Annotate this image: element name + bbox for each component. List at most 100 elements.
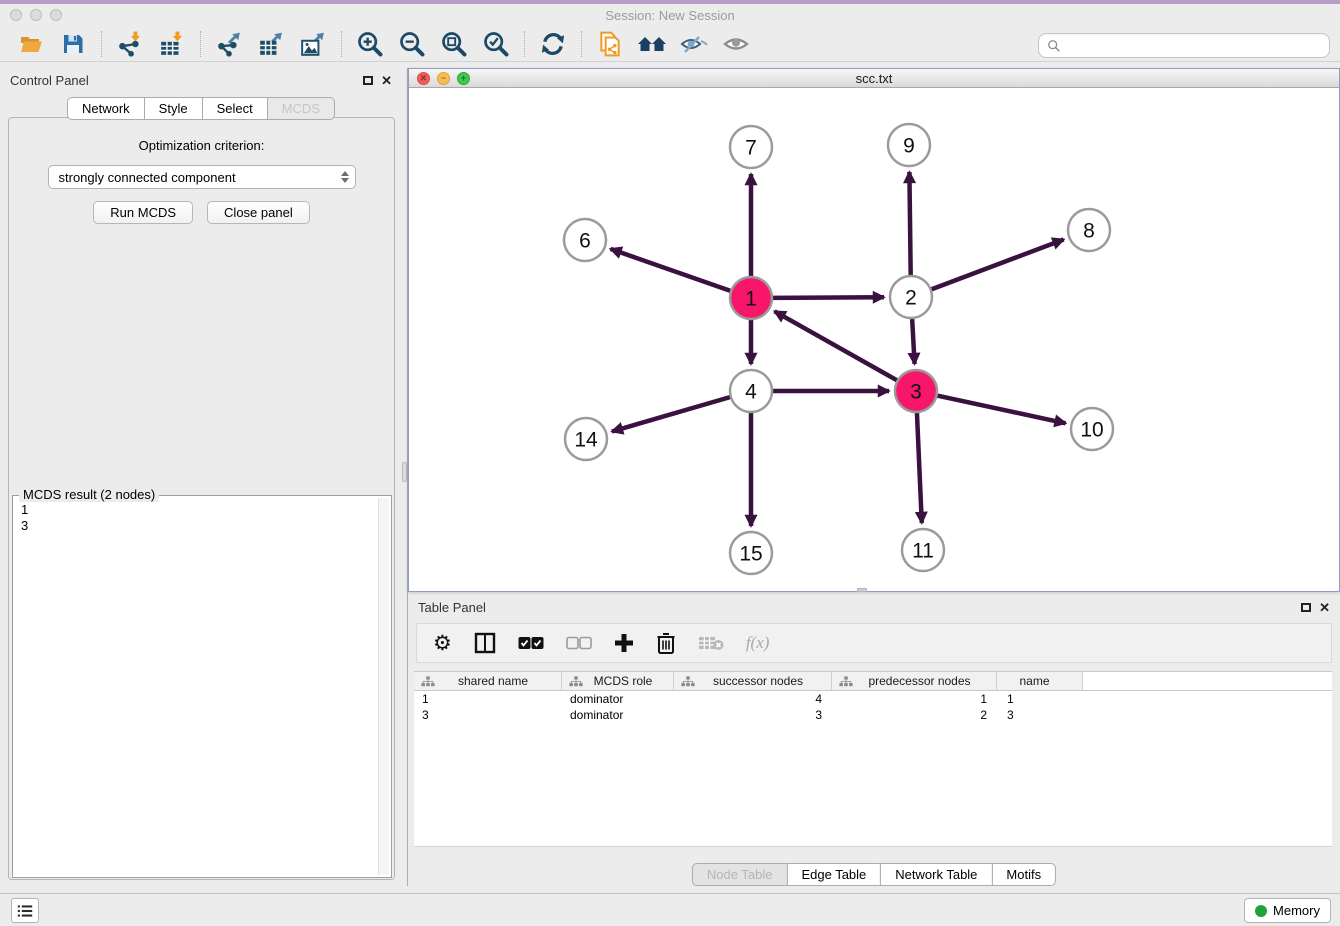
table-row[interactable]: 3 dominator 3 2 3 <box>414 707 1332 723</box>
copy-view-button[interactable] <box>592 29 628 59</box>
export-table-button[interactable] <box>253 29 289 59</box>
graph-edge-4-14[interactable] <box>612 397 731 432</box>
app-title: Session: New Session <box>0 8 1340 23</box>
zoom-out-icon <box>398 30 426 58</box>
tab-mcds[interactable]: MCDS <box>267 97 335 120</box>
graph-edge-2-9[interactable] <box>909 172 910 276</box>
graph-edge-1-2[interactable] <box>772 297 884 298</box>
cell-name: 1 <box>997 692 1083 706</box>
tab-style[interactable]: Style <box>144 97 203 120</box>
home-layout-button[interactable] <box>634 29 670 59</box>
show-log-button[interactable] <box>11 898 39 923</box>
graph-edge-2-8[interactable] <box>931 240 1064 290</box>
tab-node-table[interactable]: Node Table <box>692 863 788 886</box>
graph-node-label-3: 3 <box>910 380 922 403</box>
mcds-result-list[interactable]: 1 3 <box>13 496 391 540</box>
graph-node-label-15: 15 <box>739 542 762 565</box>
export-network-icon <box>216 31 242 57</box>
eye-slash-icon <box>679 32 709 56</box>
network-canvas[interactable]: 7968124314101511 <box>409 88 1339 591</box>
graph-node-label-6: 6 <box>579 229 591 252</box>
close-table-panel-icon[interactable]: ✕ <box>1319 601 1330 614</box>
graph-edge-3-10[interactable] <box>937 395 1066 423</box>
table-body: 1 dominator 4 1 1 3 dominator 3 2 3 <box>414 691 1332 847</box>
delete-table-icon <box>698 635 724 651</box>
zoom-fit-button[interactable] <box>436 29 472 59</box>
show-graphics-details-button[interactable] <box>718 29 754 59</box>
open-folder-icon <box>18 32 44 56</box>
column-header-successor-nodes[interactable]: successor nodes <box>674 672 832 690</box>
graph-node-label-9: 9 <box>903 134 915 157</box>
tab-network[interactable]: Network <box>67 97 145 120</box>
plus-icon <box>614 633 634 653</box>
graph-node-label-4: 4 <box>745 380 757 403</box>
close-panel-icon[interactable]: ✕ <box>381 74 392 87</box>
delete-table-button[interactable] <box>698 635 724 651</box>
control-panel: Control Panel ✕ Network Style Select MCD… <box>0 68 402 886</box>
deselect-all-icon <box>566 636 592 650</box>
search-field[interactable] <box>1038 33 1330 58</box>
graph-edge-3-11[interactable] <box>917 412 922 523</box>
network-window-titlebar[interactable]: ✕ − + scc.txt <box>409 69 1339 88</box>
graph-edge-1-6[interactable] <box>611 249 732 291</box>
save-session-button[interactable] <box>55 29 91 59</box>
table-settings-button[interactable]: ⚙ <box>433 633 452 654</box>
control-panel-title: Control Panel <box>10 73 363 88</box>
network-graph: 7968124314101511 <box>409 88 1339 591</box>
hierarchy-icon <box>421 676 435 687</box>
show-columns-button[interactable] <box>474 632 496 654</box>
select-all-rows-button[interactable] <box>518 636 544 650</box>
window-resize-grip[interactable] <box>857 588 867 592</box>
result-scrollbar[interactable] <box>378 498 389 875</box>
table-row[interactable]: 1 dominator 4 1 1 <box>414 691 1332 707</box>
control-panel-tabs: Network Style Select MCDS <box>0 97 402 120</box>
export-image-button[interactable] <box>295 29 331 59</box>
graph-edge-2-3[interactable] <box>912 318 915 364</box>
export-table-icon <box>258 31 284 57</box>
tab-edge-table[interactable]: Edge Table <box>786 863 881 886</box>
import-table-button[interactable] <box>154 29 190 59</box>
zoom-selected-icon <box>482 30 510 58</box>
mcds-result-line: 1 <box>21 502 383 518</box>
run-mcds-button[interactable]: Run MCDS <box>93 201 193 224</box>
zoom-out-button[interactable] <box>394 29 430 59</box>
zoom-fit-icon <box>440 30 468 58</box>
open-session-button[interactable] <box>13 29 49 59</box>
network-window-title: scc.txt <box>409 71 1339 86</box>
deselect-all-rows-button[interactable] <box>566 636 592 650</box>
memory-label: Memory <box>1273 903 1320 918</box>
zoom-selected-button[interactable] <box>478 29 514 59</box>
refresh-view-button[interactable] <box>535 29 571 59</box>
hierarchy-icon <box>681 676 695 687</box>
zoom-in-icon <box>356 30 384 58</box>
column-header-mcds-role[interactable]: MCDS role <box>562 672 674 690</box>
tab-motifs[interactable]: Motifs <box>991 863 1056 886</box>
import-table-icon <box>159 31 185 57</box>
close-panel-button[interactable]: Close panel <box>207 201 310 224</box>
column-header-name[interactable]: name <box>997 672 1083 690</box>
dropdown-stepper-icon <box>341 171 349 183</box>
hide-graphics-details-button[interactable] <box>676 29 712 59</box>
network-view-window: ✕ − + scc.txt 7968124314101511 <box>408 68 1340 592</box>
criterion-dropdown[interactable]: strongly connected component <box>48 165 356 189</box>
cell-predecessor-nodes: 1 <box>832 692 997 706</box>
splitter-handle[interactable] <box>402 462 407 482</box>
float-panel-icon[interactable] <box>363 76 373 85</box>
apply-function-button[interactable]: f(x) <box>746 633 770 653</box>
table-toolbar: ⚙ <box>416 623 1332 663</box>
column-header-predecessor-nodes[interactable]: predecessor nodes <box>832 672 997 690</box>
toolbar-separator <box>581 31 582 57</box>
zoom-in-button[interactable] <box>352 29 388 59</box>
export-network-button[interactable] <box>211 29 247 59</box>
add-column-button[interactable] <box>614 633 634 653</box>
import-network-button[interactable] <box>112 29 148 59</box>
graph-edge-3-1[interactable] <box>775 311 898 380</box>
delete-column-button[interactable] <box>656 632 676 654</box>
toolbar-separator <box>341 31 342 57</box>
float-table-panel-icon[interactable] <box>1301 603 1311 612</box>
tab-select[interactable]: Select <box>202 97 268 120</box>
tab-network-table[interactable]: Network Table <box>880 863 992 886</box>
select-all-icon <box>518 636 544 650</box>
column-header-shared-name[interactable]: shared name <box>414 672 562 690</box>
memory-button[interactable]: Memory <box>1244 898 1331 923</box>
